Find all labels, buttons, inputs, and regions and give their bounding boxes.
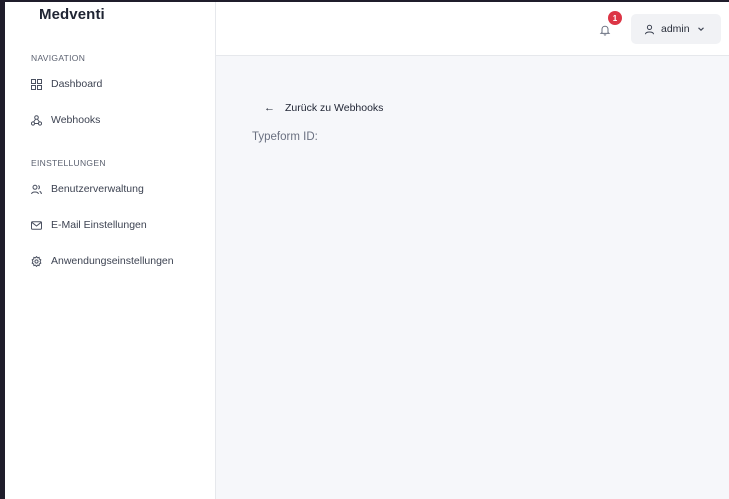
chevron-down-icon bbox=[697, 25, 705, 33]
webhook-icon bbox=[31, 114, 42, 126]
user-name: admin bbox=[661, 23, 690, 35]
typeform-id-label: Typeform ID: bbox=[252, 131, 318, 143]
gear-icon bbox=[31, 255, 42, 267]
app-window: Medventi NAVIGATION Dashboard Webhooks E… bbox=[5, 2, 729, 499]
sidebar-item-label: Dashboard bbox=[51, 78, 103, 90]
arrow-left-icon: ← bbox=[264, 102, 275, 114]
sidebar-section-navigation: NAVIGATION bbox=[31, 53, 86, 63]
notification-badge: 1 bbox=[608, 11, 622, 25]
back-to-webhooks-link[interactable]: ← Zurück zu Webhooks bbox=[264, 100, 383, 116]
sidebar-section-settings: EINSTELLUNGEN bbox=[31, 158, 106, 168]
dashboard-icon bbox=[31, 78, 42, 90]
users-icon bbox=[31, 184, 42, 195]
sidebar-item-email-settings[interactable]: E-Mail Einstellungen bbox=[31, 217, 147, 233]
user-menu-button[interactable]: admin bbox=[631, 14, 721, 44]
sidebar-item-label: Benutzerverwaltung bbox=[51, 183, 144, 195]
brand-logo: Medventi bbox=[39, 6, 105, 23]
sidebar-item-label: Anwendungseinstellungen bbox=[51, 255, 174, 267]
mail-icon bbox=[31, 220, 42, 231]
top-header: 1 admin bbox=[216, 2, 729, 56]
sidebar-item-label: E-Mail Einstellungen bbox=[51, 219, 147, 231]
user-icon bbox=[644, 24, 655, 35]
sidebar: Medventi NAVIGATION Dashboard Webhooks E… bbox=[5, 2, 216, 499]
back-link-label: Zurück zu Webhooks bbox=[285, 102, 384, 114]
sidebar-item-webhooks[interactable]: Webhooks bbox=[31, 112, 100, 128]
sidebar-item-users[interactable]: Benutzerverwaltung bbox=[31, 181, 144, 197]
bell-icon[interactable] bbox=[599, 23, 611, 36]
sidebar-item-label: Webhooks bbox=[51, 114, 101, 126]
sidebar-item-dashboard[interactable]: Dashboard bbox=[31, 76, 102, 92]
sidebar-item-app-settings[interactable]: Anwendungseinstellungen bbox=[31, 253, 174, 269]
